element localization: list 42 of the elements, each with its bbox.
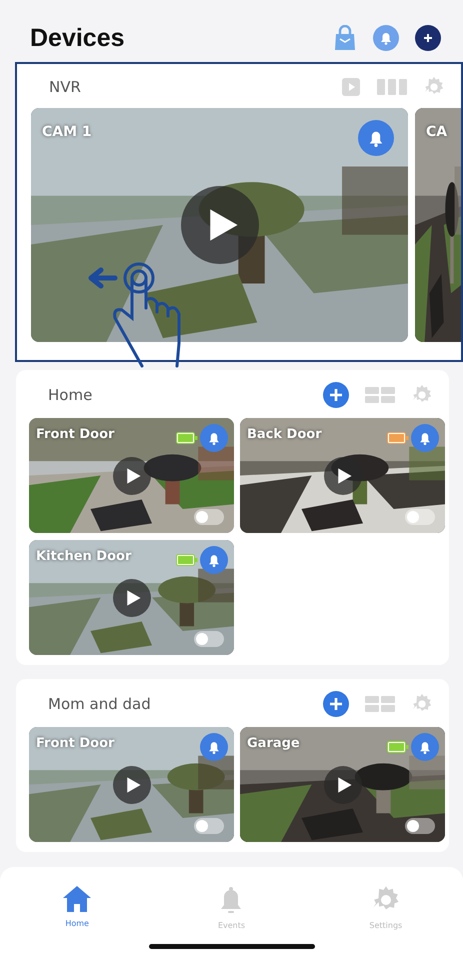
toggle-switch[interactable] xyxy=(405,818,435,834)
play-button[interactable] xyxy=(324,766,362,804)
group-name: NVR xyxy=(49,78,81,96)
toggle-switch[interactable] xyxy=(405,509,435,525)
bell-icon[interactable] xyxy=(200,424,228,452)
camera-name: Back Door xyxy=(247,427,322,442)
group-name: Mom and dad xyxy=(48,695,151,713)
toggle-switch[interactable] xyxy=(194,818,224,834)
camera-tile[interactable]: Front Door xyxy=(29,418,234,533)
group-name: Home xyxy=(48,386,92,404)
nav-tab[interactable]: Home xyxy=(37,885,118,928)
bell-icon[interactable] xyxy=(411,733,439,761)
camera-name: Front Door xyxy=(36,427,114,442)
camera-tile[interactable]: CAM 1 xyxy=(31,108,408,342)
play-button[interactable] xyxy=(112,456,150,494)
camera-tile[interactable]: Back Door xyxy=(240,418,445,533)
camera-tile[interactable]: Kitchen Door xyxy=(29,540,234,655)
camera-name: CA xyxy=(426,124,448,140)
camera-tile[interactable]: Garage xyxy=(240,727,445,842)
camera-tile[interactable]: Front Door xyxy=(29,727,234,842)
play-button[interactable] xyxy=(112,578,150,616)
play-button[interactable] xyxy=(180,186,258,264)
page-title: Devices xyxy=(30,24,125,52)
nav-tab[interactable]: Events xyxy=(191,885,272,930)
camera-tile[interactable]: CA xyxy=(415,108,461,342)
bell-icon[interactable] xyxy=(200,733,228,761)
camera-name: Kitchen Door xyxy=(36,549,132,564)
nav-tab[interactable]: Settings xyxy=(346,885,426,930)
bell-icon[interactable] xyxy=(373,25,399,51)
play-button[interactable] xyxy=(112,766,150,804)
camera-name: CAM 1 xyxy=(42,124,92,140)
camera-name: Front Door xyxy=(36,736,114,751)
home-icon xyxy=(62,885,92,913)
play-button[interactable] xyxy=(324,456,362,494)
bag-icon[interactable] xyxy=(333,25,357,51)
toggle-switch[interactable] xyxy=(194,631,224,647)
camera-name: Garage xyxy=(247,736,300,751)
bell-icon[interactable] xyxy=(411,424,439,452)
toggle-switch[interactable] xyxy=(194,509,224,525)
bell-icon[interactable] xyxy=(200,546,228,574)
add-icon[interactable] xyxy=(415,25,441,51)
bell-icon[interactable] xyxy=(358,120,394,156)
